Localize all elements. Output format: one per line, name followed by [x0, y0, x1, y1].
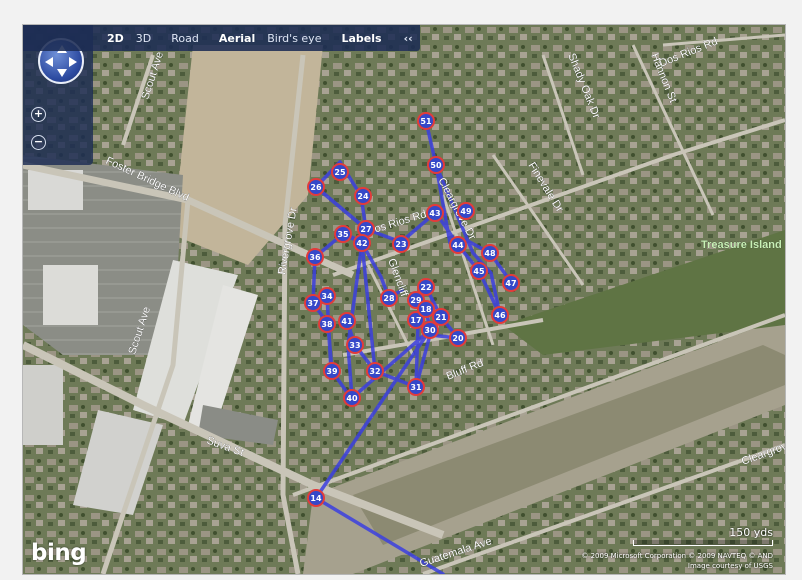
route-marker-44[interactable]: 44 [449, 236, 467, 254]
route-marker-28[interactable]: 28 [380, 289, 398, 307]
building [43, 265, 98, 325]
route-marker-23[interactable]: 23 [392, 235, 410, 253]
scale-bar: 150 yds [633, 526, 773, 546]
marker-label: 40 [346, 394, 358, 403]
marker-label: 43 [429, 209, 440, 218]
place-label-treasure-island: Treasure Island [701, 239, 782, 251]
building [23, 365, 63, 445]
marker-label: 36 [309, 253, 321, 262]
route-marker-42[interactable]: 42 [353, 234, 371, 252]
route-marker-49[interactable]: 49 [457, 202, 475, 220]
route-marker-14[interactable]: 14 [307, 489, 325, 507]
labels-toggle-button[interactable]: Labels [335, 32, 387, 45]
marker-label: 27 [360, 225, 371, 234]
route-marker-31[interactable]: 31 [407, 378, 425, 396]
route-marker-32[interactable]: 32 [366, 362, 384, 380]
scale-bar-line [633, 540, 773, 546]
marker-label: 50 [430, 161, 442, 170]
marker-label: 21 [435, 313, 447, 322]
marker-label: 17 [410, 316, 421, 325]
route-marker-48[interactable]: 48 [481, 244, 499, 262]
marker-label: 39 [326, 367, 338, 376]
marker-label: 22 [420, 283, 431, 292]
zoom-out-button[interactable]: − [31, 135, 46, 150]
view-toolbar: 2D 3D Road Aerial Bird's eye Labels ‹‹ [23, 25, 420, 51]
route-marker-30[interactable]: 30 [421, 321, 439, 339]
view-3d-button[interactable]: 3D [130, 32, 157, 45]
route-marker-26[interactable]: 26 [307, 178, 325, 196]
route-marker-50[interactable]: 50 [427, 156, 445, 174]
aerial-view-button[interactable]: Aerial [213, 32, 261, 45]
copyright-text: © 2009 Microsoft Corporation © 2009 NAVT… [581, 552, 773, 560]
marker-label: 23 [395, 240, 406, 249]
marker-label: 33 [349, 341, 360, 350]
marker-label: 45 [473, 267, 485, 276]
marker-label: 26 [310, 183, 322, 192]
marker-label: 47 [505, 279, 516, 288]
route-marker-45[interactable]: 45 [470, 262, 488, 280]
marker-label: 51 [420, 117, 432, 126]
marker-label: 34 [321, 292, 333, 301]
marker-label: 28 [383, 294, 395, 303]
image-credit: Image courtesy of USGS [687, 562, 773, 570]
route-marker-40[interactable]: 40 [343, 389, 361, 407]
marker-label: 24 [357, 192, 369, 201]
bing-logo: bing [31, 540, 87, 566]
route-marker-37[interactable]: 37 [304, 294, 322, 312]
route-marker-51[interactable]: 51 [417, 112, 435, 130]
aerial-map[interactable]: Scout Ave Scout Ave Foster Bridge Blvd R… [23, 25, 785, 574]
marker-label: 25 [334, 168, 346, 177]
pan-left-icon[interactable] [45, 57, 53, 67]
marker-label: 35 [337, 230, 349, 239]
marker-label: 46 [494, 311, 506, 320]
route-marker-46[interactable]: 46 [491, 306, 509, 324]
route-marker-24[interactable]: 24 [354, 187, 372, 205]
marker-label: 14 [310, 494, 322, 503]
marker-label: 20 [452, 334, 464, 343]
route-marker-18[interactable]: 18 [417, 300, 435, 318]
marker-label: 32 [369, 367, 380, 376]
marker-label: 49 [460, 207, 472, 216]
route-marker-35[interactable]: 35 [334, 225, 352, 243]
pan-right-icon[interactable] [69, 57, 77, 67]
marker-label: 38 [321, 320, 333, 329]
birds-eye-button[interactable]: Bird's eye [261, 32, 327, 45]
marker-label: 41 [341, 317, 353, 326]
route-marker-36[interactable]: 36 [306, 248, 324, 266]
marker-label: 37 [307, 299, 318, 308]
scale-label: 150 yds [729, 526, 773, 539]
route-marker-43[interactable]: 43 [426, 204, 444, 222]
marker-label: 30 [424, 326, 436, 335]
collapse-toolbar-icon[interactable]: ‹‹ [396, 32, 421, 45]
route-marker-25[interactable]: 25 [331, 163, 349, 181]
route-marker-39[interactable]: 39 [323, 362, 341, 380]
zoom-in-button[interactable]: + [31, 107, 46, 122]
marker-label: 42 [356, 239, 367, 248]
view-2d-button[interactable]: 2D [101, 32, 130, 45]
map-frame[interactable]: Scout Ave Scout Ave Foster Bridge Blvd R… [22, 24, 786, 575]
marker-label: 48 [484, 249, 496, 258]
road-view-button[interactable]: Road [165, 32, 205, 45]
marker-label: 31 [410, 383, 422, 392]
route-marker-20[interactable]: 20 [449, 329, 467, 347]
route-marker-21[interactable]: 21 [432, 308, 450, 326]
pan-down-icon[interactable] [57, 69, 67, 77]
marker-label: 18 [420, 305, 432, 314]
route-marker-41[interactable]: 41 [338, 312, 356, 330]
marker-label: 44 [452, 241, 464, 250]
route-marker-33[interactable]: 33 [346, 336, 364, 354]
route-marker-47[interactable]: 47 [502, 274, 520, 292]
route-marker-38[interactable]: 38 [318, 315, 336, 333]
